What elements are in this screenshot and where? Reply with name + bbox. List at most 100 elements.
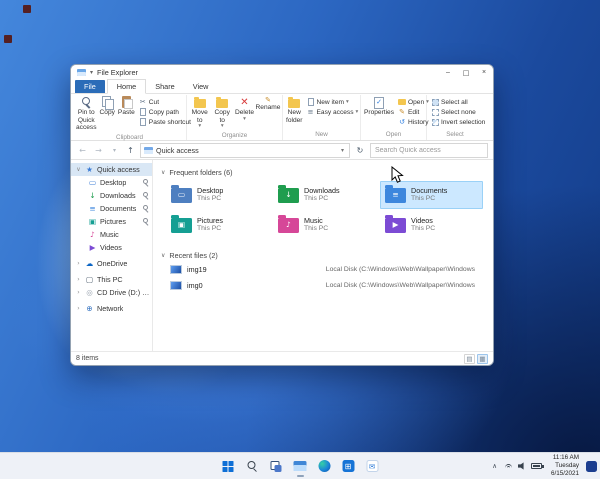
paste-button[interactable]: Paste <box>117 95 136 118</box>
select-all-button[interactable]: Select all <box>431 98 485 106</box>
desktop-folder-icon: ▭ <box>171 185 192 203</box>
folder-tile-music[interactable]: ♪ Music This PC <box>273 211 376 239</box>
onedrive-cloud-icon: ☁ <box>85 258 94 268</box>
sidebar-item-documents[interactable]: ≡ Documents <box>71 202 152 215</box>
rename-button[interactable]: ✎ Rename <box>256 95 281 113</box>
minimize-button[interactable]: – <box>439 65 457 80</box>
active-app-indicator <box>296 474 304 477</box>
chevron-right-icon[interactable]: › <box>75 260 82 267</box>
sidebar-item-label: Music <box>100 230 119 239</box>
delete-button[interactable]: ✕ Delete ▾ <box>234 95 255 123</box>
sidebar-item-this-pc[interactable]: › ▢ This PC <box>71 273 152 286</box>
sidebar-item-cd-drive[interactable]: › ◎ CD Drive (D:) Virtual <box>71 286 152 299</box>
folder-tile-desktop[interactable]: ▭ Desktop This PC <box>166 181 269 209</box>
task-view-icon <box>270 460 282 472</box>
folder-name: Documents <box>411 186 448 196</box>
store-button[interactable]: ⊞ <box>339 457 358 476</box>
pin-to-quick-access-button[interactable]: Pin to Quick access <box>75 95 98 133</box>
picture-glyph-icon: ▣ <box>177 220 186 230</box>
sidebar-item-desktop[interactable]: ▭ Desktop <box>71 176 152 189</box>
copy-icon <box>101 96 114 110</box>
sidebar-item-label: Videos <box>100 243 122 252</box>
notification-badge[interactable] <box>586 460 597 472</box>
tab-file[interactable]: File <box>75 80 105 93</box>
folder-tile-documents[interactable]: ≡ Documents This PC <box>380 181 483 209</box>
folder-tile-videos[interactable]: ▶ Videos This PC <box>380 211 483 239</box>
details-view-button[interactable]: ▤ <box>464 353 475 364</box>
chevron-right-icon[interactable]: › <box>75 289 82 296</box>
open-label: Open <box>408 98 425 106</box>
edit-button[interactable]: ✎ Edit <box>398 108 429 116</box>
file-row-img19[interactable]: img19 Local Disk (C:\Windows\Web\Wallpap… <box>166 262 487 277</box>
search-button[interactable] <box>243 457 262 476</box>
folder-location: This PC <box>411 195 436 203</box>
chevron-down-icon[interactable]: ∨ <box>161 252 165 259</box>
refresh-button[interactable]: ↻ <box>353 143 367 158</box>
chevron-right-icon[interactable]: › <box>75 305 82 312</box>
downloads-icon: ↓ <box>89 190 96 200</box>
paste-shortcut-button[interactable]: Paste shortcut <box>139 118 191 126</box>
history-button[interactable]: ↺ History <box>398 118 429 126</box>
address-bar[interactable]: Quick access ▾ <box>140 142 350 158</box>
mail-button[interactable]: ✉ <box>363 457 382 476</box>
edge-button[interactable] <box>315 457 334 476</box>
close-button[interactable]: × <box>475 65 493 80</box>
sidebar-item-pictures[interactable]: ▣ Pictures <box>71 215 152 228</box>
battery-icon[interactable] <box>530 463 544 469</box>
copy-to-button[interactable]: Copy to ▾ <box>211 95 232 131</box>
section-frequent-folders[interactable]: ∨ Frequent folders (6) <box>161 166 487 178</box>
maximize-button[interactable]: □ <box>457 65 475 80</box>
easy-access-button[interactable]: ≡ Easy access ▾ <box>307 108 359 116</box>
new-folder-button[interactable]: New folder <box>285 95 304 125</box>
invert-selection-button[interactable]: Invert selection <box>431 118 485 126</box>
move-to-button[interactable]: Move to ▾ <box>189 95 210 131</box>
chevron-down-icon[interactable]: ∨ <box>75 166 82 173</box>
volume-icon[interactable] <box>517 462 524 470</box>
folder-tile-downloads[interactable]: ↓ Downloads This PC <box>273 181 376 209</box>
tab-view[interactable]: View <box>184 80 218 93</box>
tab-home[interactable]: Home <box>106 79 147 94</box>
back-button[interactable]: ← <box>76 144 89 157</box>
ribbon-group-select: Select all Select none Invert selection … <box>427 95 485 140</box>
open-button[interactable]: Open ▾ <box>398 98 429 106</box>
thumbnails-view-button[interactable]: ▦ <box>477 353 488 364</box>
tab-share[interactable]: Share <box>146 80 183 93</box>
sidebar-item-network[interactable]: › ⊕ Network <box>71 302 152 315</box>
sidebar-item-onedrive[interactable]: › ☁ OneDrive <box>71 257 152 270</box>
titlebar[interactable]: ▾ File Explorer – □ × <box>71 65 493 80</box>
computer-icon: ▢ <box>85 274 94 284</box>
sidebar-item-music[interactable]: ♪ Music <box>71 228 152 241</box>
taskbar-clock[interactable]: 11:16 AM Tuesday 6/15/2021 <box>549 454 579 479</box>
task-view-button[interactable] <box>267 457 286 476</box>
sidebar-item-downloads[interactable]: ↓ Downloads <box>71 189 152 202</box>
file-row-img0[interactable]: img0 Local Disk (C:\Windows\Web\Wallpape… <box>166 278 487 293</box>
chevron-down-icon[interactable]: ∨ <box>161 169 165 176</box>
start-button[interactable] <box>219 457 238 476</box>
cut-button[interactable]: ✂ Cut <box>139 98 191 106</box>
search-box[interactable] <box>370 142 488 158</box>
address-dropdown-icon[interactable]: ▾ <box>339 147 346 154</box>
dropdown-icon: ▾ <box>198 123 202 130</box>
forward-button[interactable]: → <box>92 144 105 157</box>
up-button[interactable]: ↑ <box>124 144 137 157</box>
sidebar-item-quick-access[interactable]: ∨ ★ Quick access <box>71 163 152 176</box>
quick-access-toolbar-chevron-icon[interactable]: ▾ <box>90 69 93 76</box>
pin-icon <box>80 96 93 109</box>
folder-tile-pictures[interactable]: ▣ Pictures This PC <box>166 211 269 239</box>
wifi-icon[interactable] <box>504 463 513 470</box>
recent-locations-button[interactable]: ▾ <box>108 144 121 157</box>
music-folder-icon: ♪ <box>278 215 299 233</box>
copy-button[interactable]: Copy <box>99 95 116 118</box>
section-recent-files[interactable]: ∨ Recent files (2) <box>161 249 487 261</box>
search-input[interactable] <box>375 146 483 154</box>
copy-path-button[interactable]: Copy path <box>139 108 191 116</box>
chevron-right-icon[interactable]: › <box>75 276 82 283</box>
history-icon: ↺ <box>399 118 405 126</box>
new-item-button[interactable]: New item ▾ <box>307 98 359 106</box>
file-explorer-button[interactable] <box>291 457 310 477</box>
view-toggles: ▤ ▦ <box>464 353 488 364</box>
properties-button[interactable]: ✓ Properties <box>363 95 395 118</box>
tray-chevron-up-icon[interactable]: ∧ <box>490 462 499 470</box>
sidebar-item-videos[interactable]: ▶ Videos <box>71 241 152 254</box>
select-none-button[interactable]: Select none <box>431 108 485 116</box>
